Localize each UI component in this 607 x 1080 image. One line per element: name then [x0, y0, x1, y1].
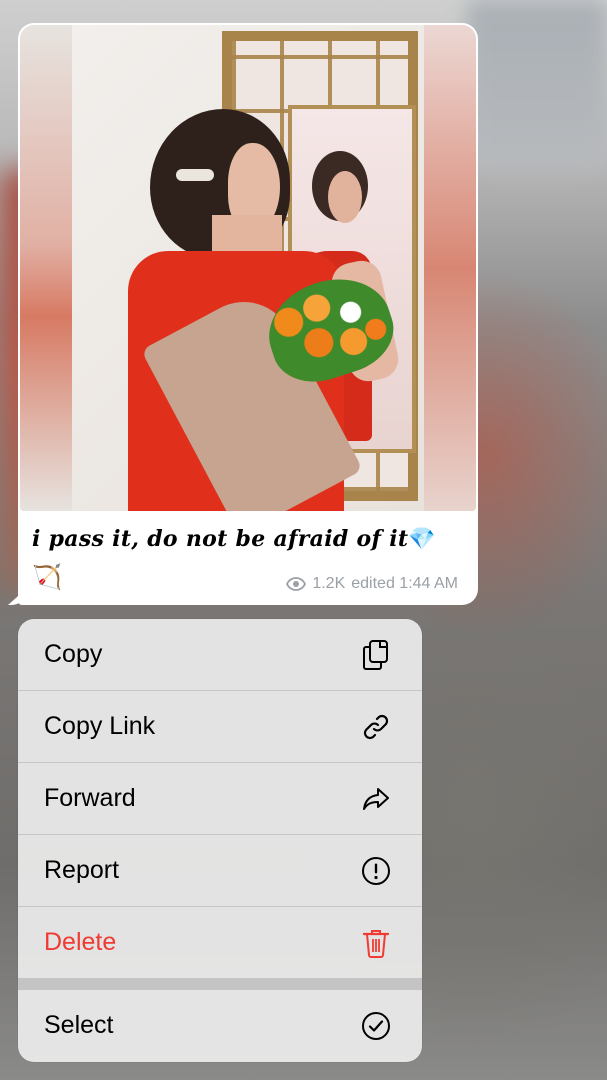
select-menu-item[interactable]: Select: [18, 990, 422, 1061]
menu-section-gap: [18, 978, 422, 990]
view-count: 1.2K: [312, 575, 346, 592]
menu-item-label: Delete: [44, 928, 117, 956]
menu-item-label: Select: [44, 1011, 114, 1039]
menu-item-label: Report: [44, 856, 120, 884]
delete-menu-item[interactable]: Delete: [18, 907, 422, 978]
bow-arrow-emoji: 🏹: [32, 564, 62, 591]
context-menu: Copy Copy Link Forward Report Delete Sel…: [18, 619, 422, 1062]
menu-item-label: Forward: [44, 784, 136, 812]
diamond-emoji: 💎: [408, 526, 437, 552]
report-icon: [360, 855, 392, 887]
message-photo[interactable]: [20, 25, 476, 511]
forward-icon: [360, 783, 392, 815]
photo-blur-right: [424, 25, 476, 511]
photo-content: [72, 25, 424, 511]
menu-item-label: Copy: [44, 640, 103, 668]
menu-item-label: Copy Link: [44, 712, 156, 740]
photo-blur-left: [20, 25, 72, 511]
copy-link-menu-item[interactable]: Copy Link: [18, 691, 422, 762]
copy-menu-item[interactable]: Copy: [18, 619, 422, 690]
eye-icon: [286, 577, 307, 591]
message-meta: 1.2K edited 1:44 AM: [286, 574, 458, 594]
hair-clip: [176, 169, 214, 181]
blurred-background-top-right: [467, 0, 607, 170]
link-icon: [360, 711, 392, 743]
reflection-face: [328, 171, 362, 223]
message-caption: i pass it, do not be afraid of it💎: [32, 525, 462, 553]
report-menu-item[interactable]: Report: [18, 835, 422, 906]
caption-text: i pass it, do not be afraid of it: [32, 526, 409, 552]
copy-icon: [360, 639, 392, 671]
message-bubble[interactable]: i pass it, do not be afraid of it💎 🏹 1.2…: [8, 23, 478, 605]
forward-menu-item[interactable]: Forward: [18, 763, 422, 834]
trash-icon: [360, 927, 392, 959]
checkmark-circle-icon: [360, 1010, 392, 1042]
message-status: edited 1:44 AM: [351, 575, 458, 592]
